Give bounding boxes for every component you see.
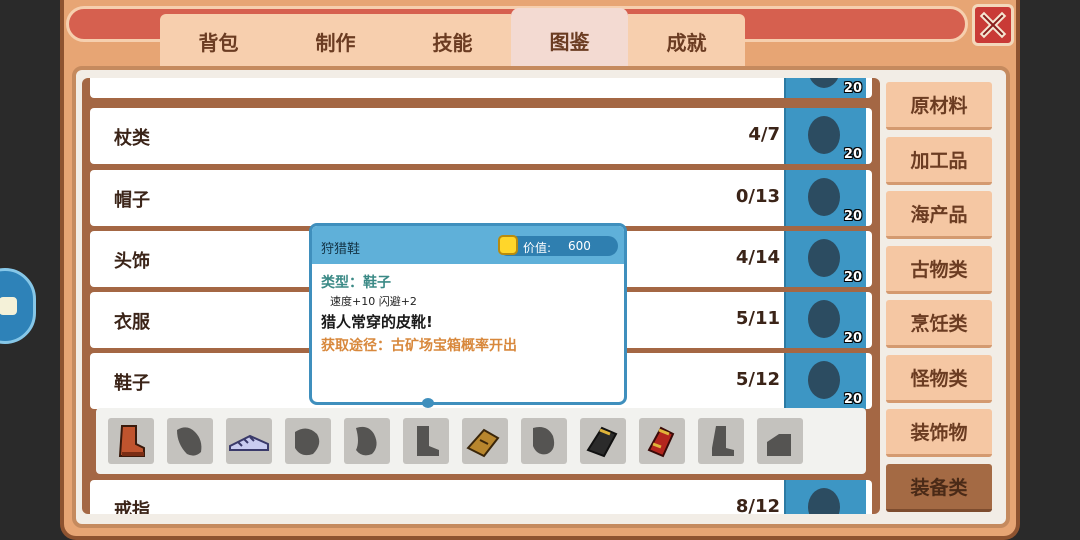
category-processed[interactable]: 加工品 bbox=[886, 136, 992, 185]
unknown-item-icon bbox=[808, 488, 840, 514]
shoe-item-grid bbox=[96, 408, 866, 474]
reward-count: 20 bbox=[843, 270, 862, 285]
item-source: 获取途径：古矿场宝箱概率开出 bbox=[321, 338, 517, 354]
unknown-item-icon bbox=[808, 178, 840, 216]
reward-slot: 20 bbox=[784, 353, 866, 409]
shoe-silhouette-icon[interactable] bbox=[344, 418, 390, 464]
category-decorations[interactable]: 装饰物 bbox=[886, 409, 992, 457]
category-name: 帽子 bbox=[114, 190, 150, 211]
reward-count: 20 bbox=[843, 147, 862, 162]
boot-silhouette-icon[interactable] bbox=[403, 418, 449, 464]
category-equipment[interactable]: 装备类 bbox=[886, 463, 992, 512]
item-tooltip: 狩猎鞋 价值: 600 类型：鞋子 速度+10 闪避+2 猎人常穿的皮靴! 获取… bbox=[309, 223, 627, 408]
brown-boot-icon[interactable] bbox=[108, 418, 154, 464]
category-monsters[interactable]: 怪物类 bbox=[886, 354, 992, 403]
list-item[interactable]: 戒指 8/12 bbox=[90, 480, 872, 514]
item-type: 类型：鞋子 bbox=[321, 275, 391, 291]
coin-icon bbox=[498, 235, 518, 255]
list-item[interactable]: 杖类 4/7 20 bbox=[90, 108, 872, 164]
category-progress: 5/12 bbox=[735, 369, 780, 390]
hunter-shoe-icon[interactable] bbox=[462, 418, 508, 464]
reward-slot bbox=[784, 480, 866, 514]
category-name: 戒指 bbox=[114, 500, 150, 514]
item-description: 猎人常穿的皮靴! bbox=[321, 313, 433, 331]
reward-count: 20 bbox=[843, 81, 862, 96]
tab-crafting[interactable]: 制作 bbox=[277, 14, 394, 72]
reward-count: 20 bbox=[843, 392, 862, 407]
item-stats: 速度+10 闪避+2 bbox=[330, 295, 417, 308]
reward-slot: 20 bbox=[784, 78, 866, 98]
gamepad-icon bbox=[0, 297, 17, 315]
unknown-item-icon bbox=[808, 116, 840, 154]
item-name: 狩猎鞋 bbox=[321, 242, 361, 257]
shoe-silhouette-icon[interactable] bbox=[285, 418, 331, 464]
boot-silhouette-icon[interactable] bbox=[698, 418, 744, 464]
shoe-silhouette-icon[interactable] bbox=[521, 418, 567, 464]
unknown-item-icon bbox=[808, 239, 840, 277]
value-label: 价值: bbox=[523, 241, 552, 255]
item-value-badge: 价值: 600 bbox=[498, 235, 618, 256]
category-raw-materials[interactable]: 原材料 bbox=[886, 82, 992, 130]
list-item[interactable]: 帽子 0/13 20 bbox=[90, 170, 872, 226]
reward-slot: 20 bbox=[784, 292, 866, 348]
category-antiques[interactable]: 古物类 bbox=[886, 245, 992, 294]
category-progress: 0/13 bbox=[735, 186, 780, 207]
black-gold-boot-icon[interactable] bbox=[580, 418, 626, 464]
category-cooking[interactable]: 烹饪类 bbox=[886, 300, 992, 348]
boot-silhouette-icon[interactable] bbox=[757, 418, 803, 464]
category-progress: 8/12 bbox=[735, 496, 780, 514]
category-progress: 4/14 bbox=[735, 247, 780, 268]
sneaker-icon[interactable] bbox=[226, 418, 272, 464]
tooltip-pointer bbox=[422, 398, 434, 408]
close-icon bbox=[979, 11, 1007, 39]
reward-count: 20 bbox=[843, 331, 862, 346]
category-name: 头饰 bbox=[114, 251, 150, 272]
category-sidebar: 原材料 加工品 海产品 古物类 烹饪类 怪物类 装饰物 装备类 bbox=[886, 82, 996, 518]
reward-slot: 20 bbox=[784, 170, 866, 226]
unknown-item-icon bbox=[808, 361, 840, 399]
category-progress: 4/7 bbox=[748, 124, 780, 145]
tab-backpack[interactable]: 背包 bbox=[160, 14, 277, 72]
value-amount: 600 bbox=[568, 239, 591, 253]
category-name: 鞋子 bbox=[114, 373, 150, 394]
reward-slot: 20 bbox=[784, 231, 866, 287]
category-name: 衣服 bbox=[114, 312, 150, 333]
reward-slot: 20 bbox=[784, 108, 866, 164]
category-seafood[interactable]: 海产品 bbox=[886, 191, 992, 239]
reward-count: 20 bbox=[843, 209, 862, 224]
tab-achievements[interactable]: 成就 bbox=[628, 14, 745, 72]
tab-skills[interactable]: 技能 bbox=[394, 14, 511, 72]
tooltip-header: 狩猎鞋 价值: 600 bbox=[312, 226, 624, 264]
category-name: 杖类 bbox=[114, 128, 150, 149]
category-progress: 5/11 bbox=[735, 308, 780, 329]
shoe-silhouette-icon[interactable] bbox=[167, 418, 213, 464]
unknown-item-icon bbox=[808, 78, 840, 88]
list-item[interactable]: 20 bbox=[90, 78, 872, 98]
floating-assist-button[interactable] bbox=[0, 268, 36, 344]
red-gold-boot-icon[interactable] bbox=[639, 418, 685, 464]
unknown-item-icon bbox=[808, 300, 840, 338]
close-button[interactable] bbox=[972, 4, 1014, 46]
